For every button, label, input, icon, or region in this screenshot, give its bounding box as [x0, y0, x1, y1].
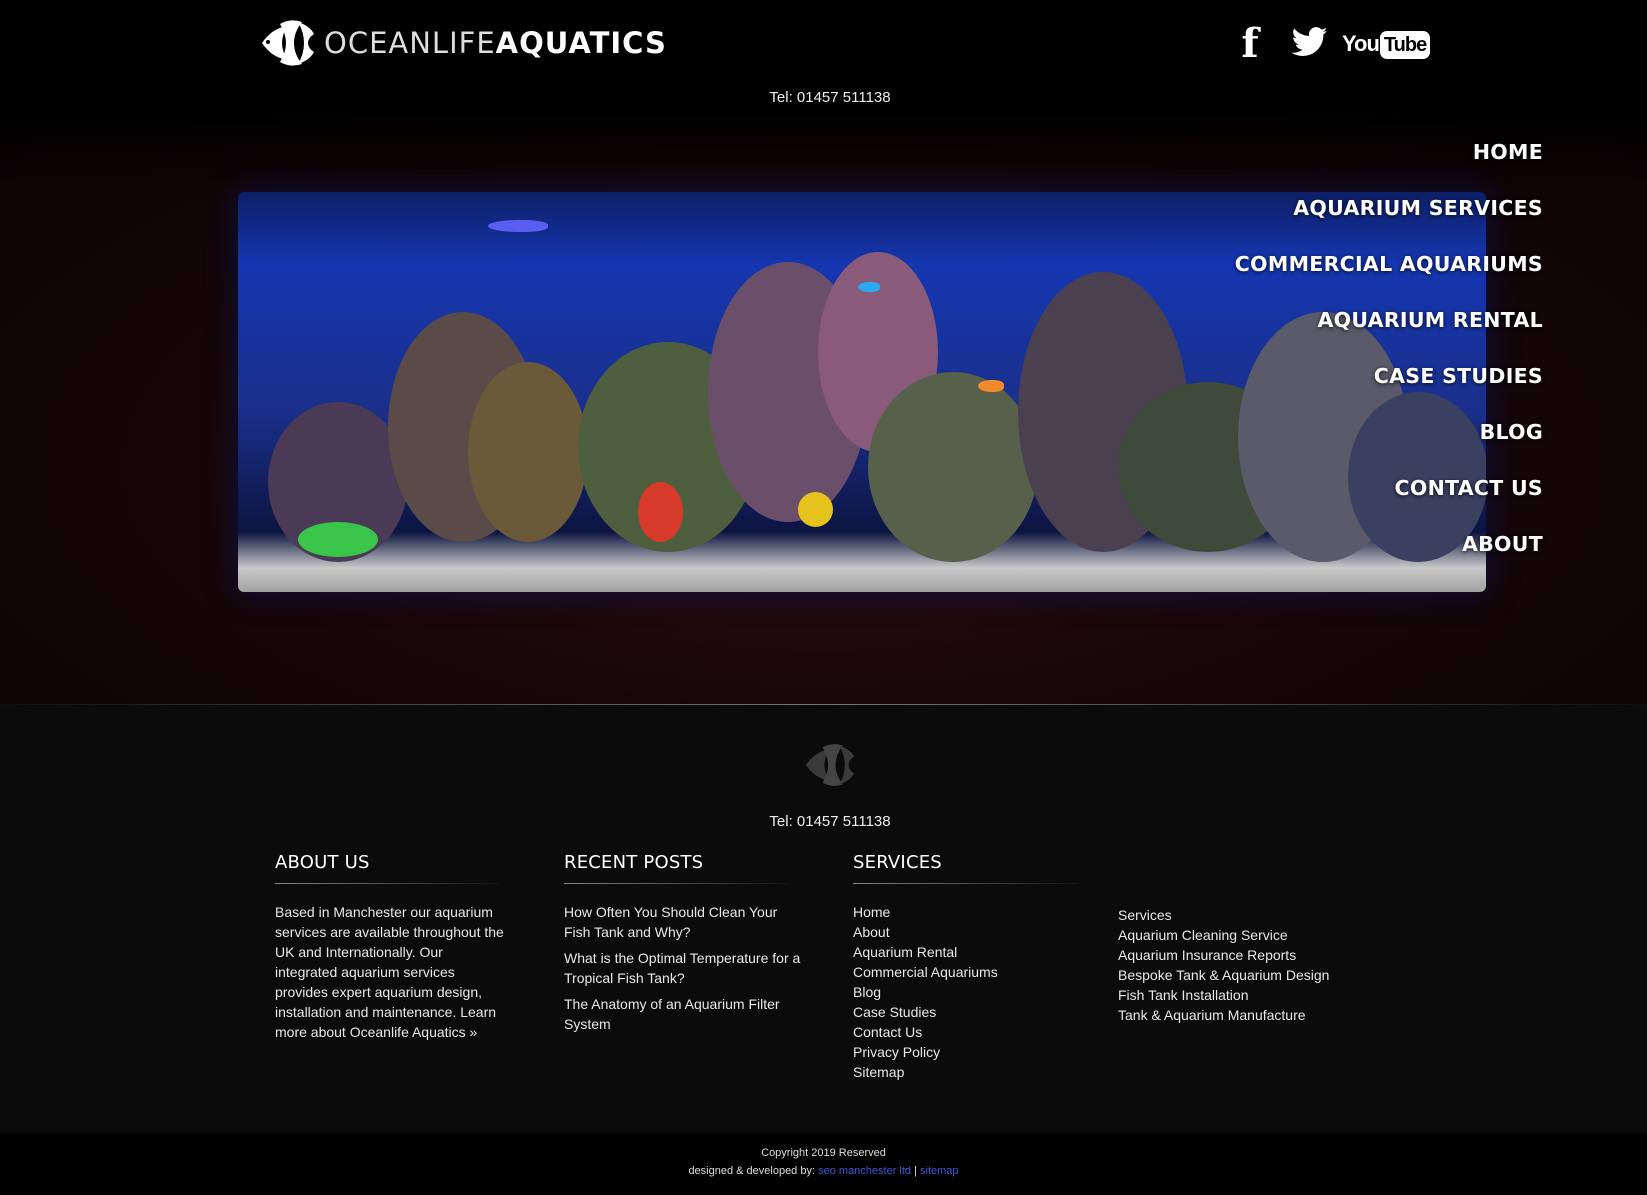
angelfish-footer-icon — [805, 744, 855, 786]
footer-link-sitemap[interactable]: Sitemap — [853, 1064, 904, 1080]
red-coral — [638, 482, 683, 542]
nav-case-studies[interactable]: CASE STUDIES — [1235, 348, 1543, 404]
nav-about[interactable]: ABOUT — [1235, 516, 1543, 572]
coral-blob — [468, 362, 588, 542]
footer-link-services[interactable]: Services — [1118, 907, 1172, 923]
footer-phone: Tel: 01457 511138 — [769, 813, 891, 830]
clown-fish — [978, 380, 1004, 392]
nav-blog[interactable]: BLOG — [1235, 404, 1543, 460]
footer-services-column-2: Services Aquarium Cleaning Service Aquar… — [1118, 905, 1378, 1025]
main-nav: HOME AQUARIUM SERVICES COMMERCIAL AQUARI… — [1235, 124, 1543, 572]
hero-banner: HOME AQUARIUM SERVICES COMMERCIAL AQUARI… — [0, 110, 1647, 704]
seo-manchester-link[interactable]: seo manchester ltd — [818, 1165, 911, 1177]
social-links: f You Tube — [1230, 22, 1431, 66]
footer-link-fish-tank-installation[interactable]: Fish Tank Installation — [1118, 987, 1248, 1003]
site-footer: Tel: 01457 511138 ABOUT US Based in Manc… — [0, 705, 1647, 1133]
services-heading: SERVICES — [853, 852, 1078, 884]
footer-link-contact-us[interactable]: Contact Us — [853, 1024, 922, 1040]
logo-text-bold: AQUATICS — [495, 26, 667, 60]
youtube-tube-text: Tube — [1379, 31, 1431, 59]
footer-about-column: ABOUT US Based in Manchester our aquariu… — [275, 852, 505, 1042]
recent-post-link[interactable]: What is the Optimal Temperature for a Tr… — [564, 950, 800, 986]
about-heading: ABOUT US — [275, 852, 500, 884]
footer-link-about[interactable]: About — [853, 924, 890, 940]
twitter-link[interactable] — [1291, 26, 1342, 63]
coral-blob — [868, 372, 1038, 562]
recent-post-link[interactable]: How Often You Should Clean Your Fish Tan… — [564, 904, 777, 940]
nav-home[interactable]: HOME — [1235, 124, 1543, 180]
copyright-text: Copyright 2019 Reserved — [761, 1147, 886, 1159]
recent-posts-heading: RECENT POSTS — [564, 852, 789, 884]
footer-link-case-studies[interactable]: Case Studies — [853, 1004, 936, 1020]
logo-text-light: OCEANLIFE — [324, 26, 496, 60]
credit-separator: | — [914, 1165, 917, 1177]
footer-link-bespoke-design[interactable]: Bespoke Tank & Aquarium Design — [1118, 967, 1329, 983]
yellow-coral — [798, 492, 833, 527]
youtube-you-text: You — [1342, 31, 1380, 56]
footer-link-tank-manufacture[interactable]: Tank & Aquarium Manufacture — [1118, 1007, 1306, 1023]
footer-link-home[interactable]: Home — [853, 904, 890, 920]
sitemap-link[interactable]: sitemap — [920, 1165, 959, 1177]
footer-link-aquarium-cleaning[interactable]: Aquarium Cleaning Service — [1118, 927, 1288, 943]
facebook-icon[interactable]: f — [1230, 22, 1270, 66]
blue-fish — [488, 220, 548, 232]
site-header: OCEANLIFEAQUATICS f You Tube Tel: 01457 5… — [0, 0, 1647, 110]
angelfish-logo-icon — [262, 20, 314, 66]
footer-link-insurance-reports[interactable]: Aquarium Insurance Reports — [1118, 947, 1296, 963]
recent-post-link[interactable]: The Anatomy of an Aquarium Filter System — [564, 996, 780, 1032]
logo-wordmark: OCEANLIFEAQUATICS — [324, 26, 667, 60]
footer-link-aquarium-rental[interactable]: Aquarium Rental — [853, 944, 957, 960]
header-phone: Tel: 01457 511138 — [769, 89, 891, 106]
footer-link-blog[interactable]: Blog — [853, 984, 881, 1000]
blue-fish — [858, 282, 880, 292]
green-coral — [298, 522, 378, 557]
youtube-icon[interactable]: You Tube — [1342, 31, 1431, 59]
nav-aquarium-services[interactable]: AQUARIUM SERVICES — [1235, 180, 1543, 236]
footer-services-column: SERVICES Home About Aquarium Rental Comm… — [853, 852, 1093, 1082]
copyright-bar: Copyright 2019 Reserved designed & devel… — [0, 1133, 1647, 1195]
developer-credit: designed & developed by: seo manchester … — [0, 1165, 1647, 1177]
about-text[interactable]: Based in Manchester our aquarium service… — [275, 902, 505, 1042]
nav-commercial-aquariums[interactable]: COMMERCIAL AQUARIUMS — [1235, 236, 1543, 292]
designed-by-label: designed & developed by: — [688, 1165, 816, 1177]
footer-link-privacy-policy[interactable]: Privacy Policy — [853, 1044, 940, 1060]
site-logo[interactable]: OCEANLIFEAQUATICS — [258, 16, 667, 70]
nav-aquarium-rental[interactable]: AQUARIUM RENTAL — [1235, 292, 1543, 348]
footer-posts-column: RECENT POSTS How Often You Should Clean … — [564, 852, 804, 1040]
twitter-icon — [1291, 26, 1328, 56]
nav-contact-us[interactable]: CONTACT US — [1235, 460, 1543, 516]
footer-link-commercial-aquariums[interactable]: Commercial Aquariums — [853, 964, 998, 980]
